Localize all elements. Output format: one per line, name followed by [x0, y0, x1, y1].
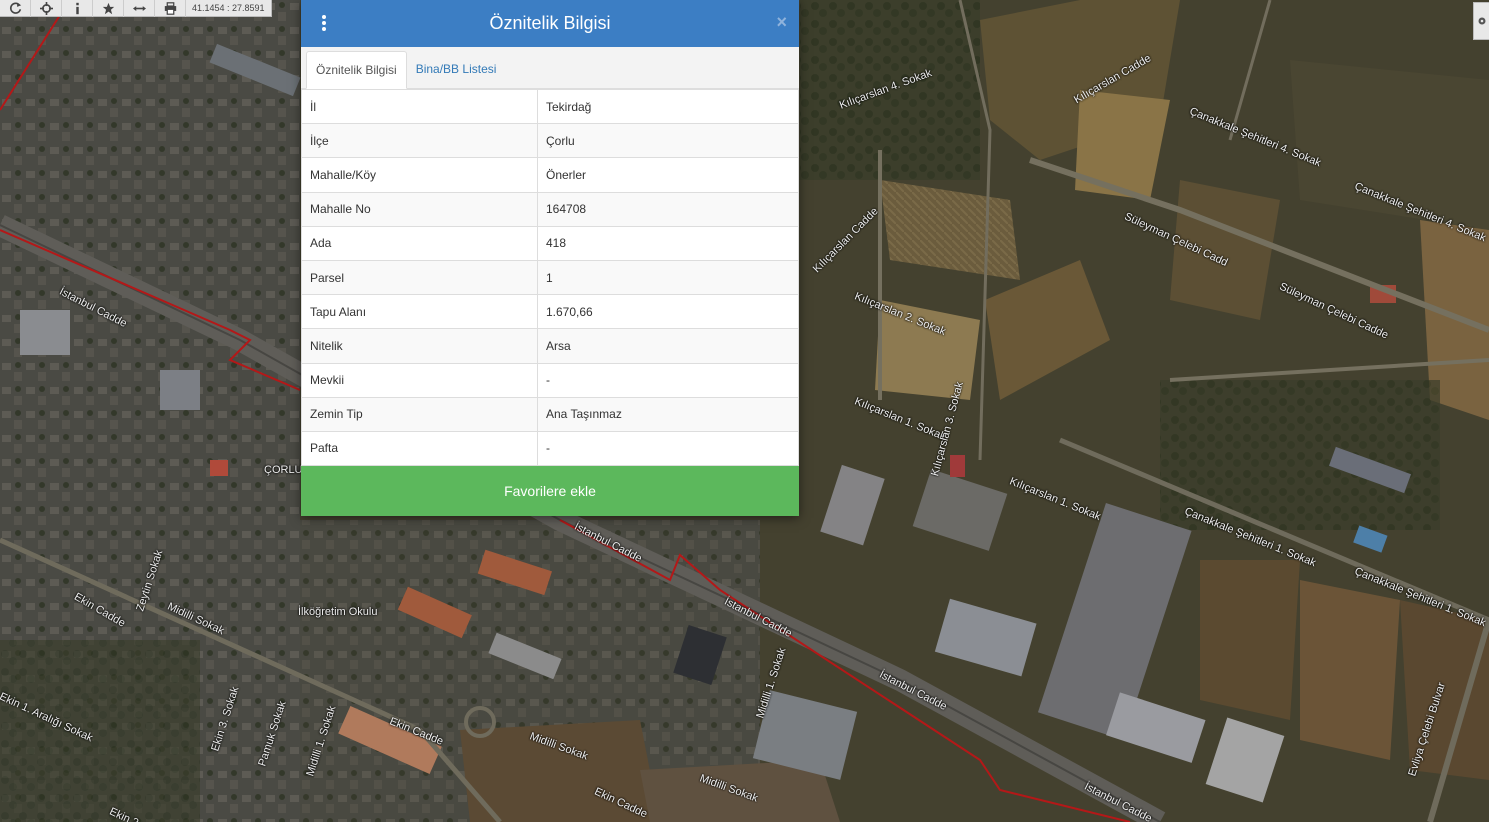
attribute-key: Mahalle No: [301, 191, 538, 227]
layer-panel-toggle[interactable]: [1473, 2, 1489, 40]
crosshair-icon: [39, 1, 53, 15]
attribute-value: 164708: [537, 191, 799, 227]
more-vertical-icon: [322, 27, 326, 31]
attribute-value: Önerler: [537, 157, 799, 193]
info-button[interactable]: [62, 0, 93, 17]
gear-icon: [1478, 17, 1485, 25]
attribute-value: Tekirdağ: [537, 88, 799, 125]
attribute-value: Ana Taşınmaz: [537, 396, 799, 432]
attribute-key: Mahalle/Köy: [301, 157, 538, 193]
table-row: İl Tekirdağ: [301, 88, 799, 125]
attribute-value: -: [537, 362, 799, 398]
table-row: Nitelik Arsa: [301, 328, 799, 364]
modal-title: Öznitelik Bilgisi: [489, 13, 611, 33]
table-row: Ada 418: [301, 225, 799, 261]
modal-header: Öznitelik Bilgisi ×: [301, 0, 799, 47]
table-row: Tapu Alanı 1.670,66: [301, 294, 799, 330]
attribute-value: Çorlu: [537, 123, 799, 159]
map-label: İlköğretim Okulu: [298, 606, 378, 618]
print-icon: [164, 1, 176, 15]
attribute-key: Parsel: [301, 259, 538, 296]
measure-button[interactable]: [124, 0, 155, 17]
modal-tabs: Öznitelik Bilgisi Bina/BB Listesi: [301, 47, 799, 89]
attribute-value: Arsa: [537, 328, 799, 364]
attribute-key: Tapu Alanı: [301, 294, 538, 330]
attribute-value: 418: [537, 225, 799, 261]
tab-building-list[interactable]: Bina/BB Listesi: [407, 50, 506, 88]
add-to-favorites-button[interactable]: Favorilere ekle: [301, 466, 799, 516]
attribute-key: Zemin Tip: [301, 396, 538, 432]
favorites-button[interactable]: [93, 0, 124, 17]
map-label: ÇORLU: [264, 464, 303, 476]
print-button[interactable]: [155, 0, 186, 17]
info-icon: [75, 2, 79, 14]
more-vertical-icon: [322, 21, 326, 25]
attribute-value: 1: [537, 259, 799, 296]
table-row: Parsel 1: [301, 259, 799, 296]
attribute-info-modal: Öznitelik Bilgisi × Öznitelik Bilgisi Bi…: [301, 0, 799, 516]
table-row: Zemin Tip Ana Taşınmaz: [301, 396, 799, 432]
star-icon: [102, 2, 114, 14]
close-button[interactable]: ×: [776, 12, 787, 32]
attribute-value: 1.670,66: [537, 294, 799, 330]
attribute-key: Pafta: [301, 430, 538, 467]
modal-menu-button[interactable]: [317, 13, 331, 33]
coordinate-readout: 41.1454 : 27.8591: [192, 3, 265, 13]
attribute-key: Ada: [301, 225, 538, 261]
refresh-button[interactable]: [0, 0, 31, 17]
table-row: Mahalle No 164708: [301, 191, 799, 227]
map-toolbar: 41.1454 : 27.8591: [0, 0, 272, 17]
locate-button[interactable]: [31, 0, 62, 17]
table-row: Mahalle/Köy Önerler: [301, 157, 799, 193]
attribute-key: Mevkii: [301, 362, 538, 398]
attribute-table: İl Tekirdağ İlçe Çorlu Mahalle/Köy Önerler …: [301, 88, 799, 467]
tab-attribute-info[interactable]: Öznitelik Bilgisi: [306, 51, 407, 89]
attribute-key: Nitelik: [301, 328, 538, 364]
attribute-value: -: [537, 430, 799, 467]
table-row: Mevkii -: [301, 362, 799, 398]
measure-icon: [132, 5, 146, 11]
more-vertical-icon: [322, 15, 326, 19]
table-row: İlçe Çorlu: [301, 123, 799, 159]
attribute-key: İlçe: [301, 123, 538, 159]
refresh-icon: [9, 2, 21, 14]
attribute-key: İl: [301, 88, 538, 125]
table-row: Pafta -: [301, 430, 799, 467]
